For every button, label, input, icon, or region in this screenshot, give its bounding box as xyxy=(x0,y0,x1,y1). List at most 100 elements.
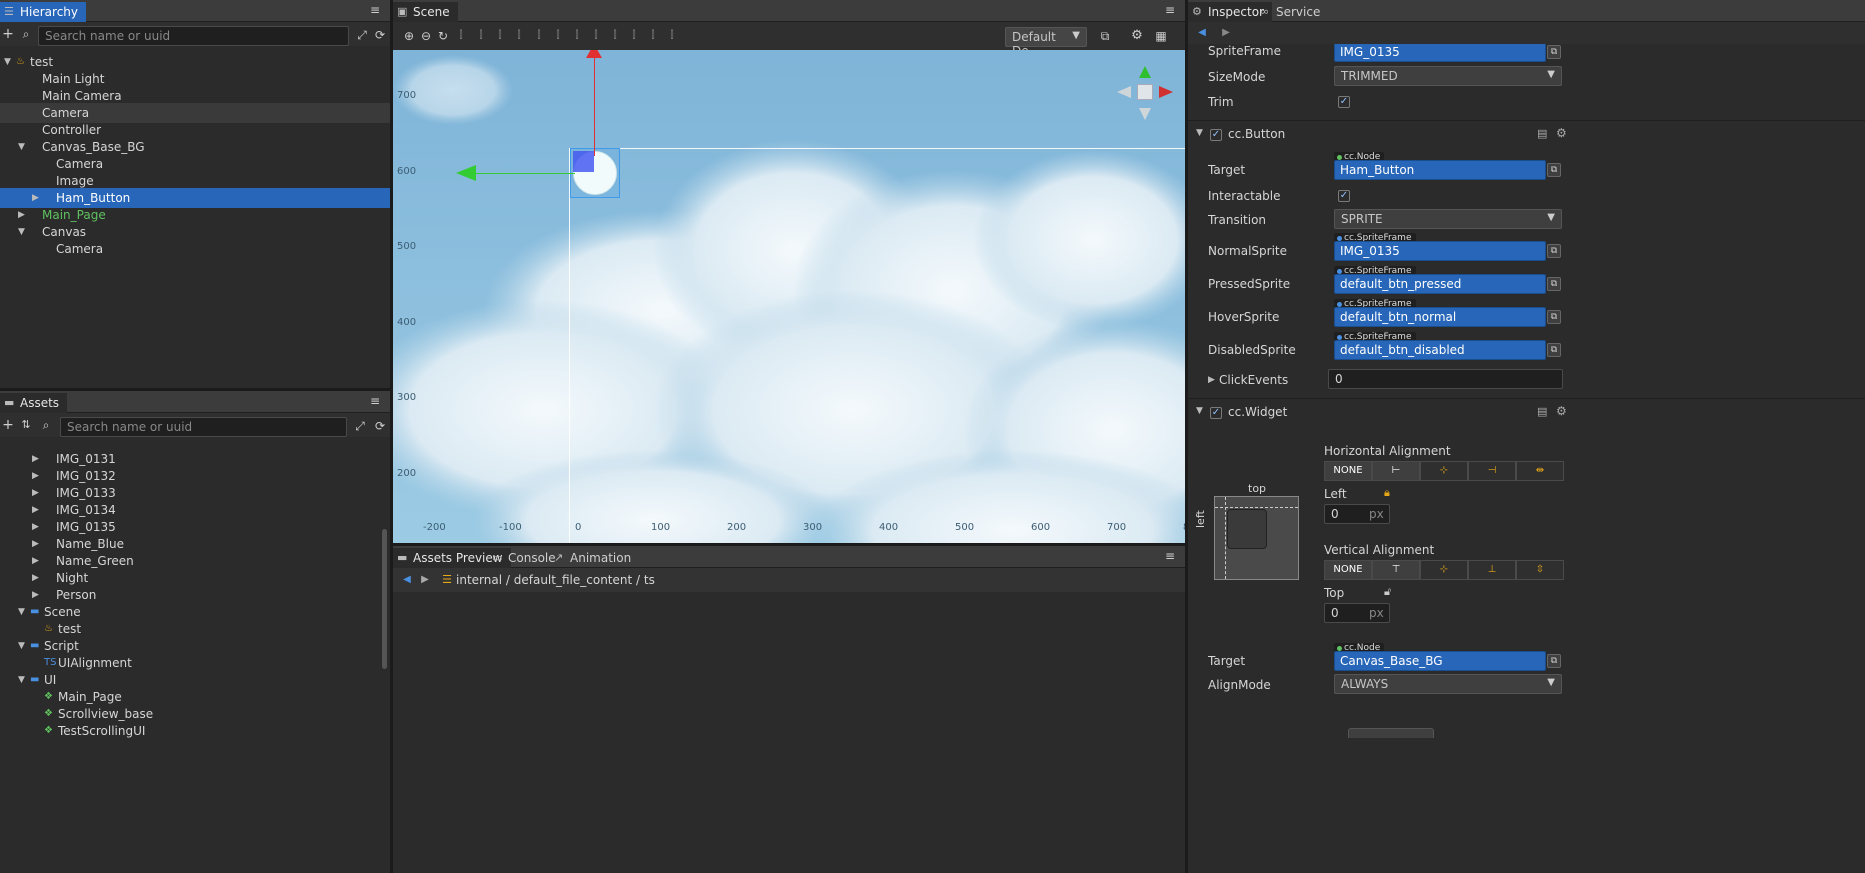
size-mode-dropdown[interactable]: TRIMMED ▼ xyxy=(1334,66,1562,86)
move-gizmo-y-axis[interactable] xyxy=(594,56,595,156)
move-gizmo-y-arrow[interactable] xyxy=(586,50,602,58)
widget-target-field[interactable]: Canvas_Base_BG xyxy=(1334,651,1546,671)
h-align-center-icon[interactable]: ⊹ xyxy=(1420,461,1468,481)
unlock-icon[interactable]: 🔓︎ xyxy=(1384,585,1391,599)
back-icon[interactable]: ◀ xyxy=(1194,24,1210,42)
expand-icon[interactable]: ⤢ xyxy=(354,26,370,44)
assets-scrollbar[interactable] xyxy=(382,529,387,669)
screenshot-icon[interactable]: ▦ xyxy=(1153,27,1169,45)
widget-component-header[interactable]: ▼ ✓ cc.Widget ▤ ⚙ xyxy=(1188,398,1865,424)
gizmo-center-cube-icon[interactable] xyxy=(1137,84,1153,100)
left-value-field[interactable]: 0 px xyxy=(1324,504,1390,524)
align-right-icon[interactable]: ⫿ xyxy=(492,27,508,45)
align-bottom-icon[interactable]: ⫿ xyxy=(550,27,566,45)
move-gizmo-x-arrow[interactable] xyxy=(456,165,476,181)
v-align-bottom-icon[interactable]: ⊥ xyxy=(1468,560,1516,580)
reset-view-icon[interactable]: ↻ xyxy=(435,27,451,45)
breadcrumb-internal[interactable]: internal xyxy=(456,573,502,587)
transition-dropdown[interactable]: SPRITE ▼ xyxy=(1334,209,1562,229)
pick-disabled-sprite-icon[interactable]: ⧉ xyxy=(1547,343,1561,357)
hierarchy-menu-icon[interactable]: ≡ xyxy=(368,4,382,17)
assets-menu-icon[interactable]: ≡ xyxy=(368,395,382,408)
top-value-field[interactable]: 0 px xyxy=(1324,603,1390,623)
button-target-field[interactable]: Ham_Button xyxy=(1334,160,1546,180)
search-icon[interactable]: ⌕ xyxy=(38,416,54,434)
move-gizmo-center[interactable] xyxy=(573,151,594,172)
distribute-center-icon[interactable]: ⫿ xyxy=(645,27,661,45)
lock-icon[interactable]: 🔒︎ xyxy=(1384,486,1390,500)
align-middle-icon[interactable]: ⫿ xyxy=(531,27,547,45)
scene-viewport[interactable]: 700 600 500 400 300 200 -200 -100 0 100 200 300 400… xyxy=(393,50,1185,543)
forward-icon[interactable]: ▶ xyxy=(1218,24,1234,42)
tab-assets[interactable]: ▬ Assets xyxy=(0,393,68,413)
distribute-right-icon[interactable]: ⫿ xyxy=(664,27,680,45)
pick-widget-target-icon[interactable]: ⧉ xyxy=(1547,654,1561,668)
refresh-icon[interactable]: ⟳ xyxy=(372,417,388,435)
distribute-bottom-icon[interactable]: ⫿ xyxy=(607,27,623,45)
scene-layout-dropdown[interactable]: Default De... ▼ xyxy=(1005,27,1087,58)
button-component-header[interactable]: ▼ ✓ cc.Button ▤ ⚙ xyxy=(1188,120,1865,146)
tab-service[interactable]: ∞ Service xyxy=(1256,2,1328,22)
move-gizmo-x-axis[interactable] xyxy=(475,173,575,174)
align-mode-dropdown[interactable]: ALWAYS ▼ xyxy=(1334,674,1562,694)
camera-options-icon[interactable]: ⧉ xyxy=(1097,27,1113,45)
pick-normal-sprite-icon[interactable]: ⧉ xyxy=(1547,244,1561,258)
align-left-icon[interactable]: ⫿ xyxy=(453,27,469,45)
v-align-top-icon[interactable]: ⊤ xyxy=(1372,560,1420,580)
add-icon[interactable]: + xyxy=(0,416,16,434)
assets-tree-item[interactable]: ❖ TestScrollingUI xyxy=(0,721,380,741)
v-align-stretch-icon[interactable]: ⇳ xyxy=(1516,560,1564,580)
distribute-left-icon[interactable]: ⫿ xyxy=(626,27,642,45)
zoom-in-icon[interactable]: ⊕ xyxy=(401,27,417,45)
align-top-icon[interactable]: ⫿ xyxy=(511,27,527,45)
align-center-h-icon[interactable]: ⫿ xyxy=(473,27,489,45)
refresh-icon[interactable]: ⟳ xyxy=(372,26,388,44)
disabled-sprite-field[interactable]: default_btn_disabled xyxy=(1334,340,1546,360)
interactable-checkbox[interactable]: ✓ xyxy=(1338,190,1350,202)
partial-button[interactable] xyxy=(1348,728,1434,738)
hover-sprite-field[interactable]: default_btn_normal xyxy=(1334,307,1546,327)
distribute-top-icon[interactable]: ⫿ xyxy=(569,27,585,45)
zoom-out-icon[interactable]: ⊖ xyxy=(418,27,434,45)
pick-sprite-frame-icon[interactable]: ⧉ xyxy=(1547,45,1561,59)
help-icon[interactable]: ▤ xyxy=(1537,127,1547,140)
h-align-stretch-icon[interactable]: ⇹ xyxy=(1516,461,1564,481)
pick-target-icon[interactable]: ⧉ xyxy=(1547,163,1561,177)
assets-search-input[interactable]: Search name or uuid xyxy=(60,417,347,437)
h-align-left-icon[interactable]: ⊢ xyxy=(1372,461,1420,481)
normal-sprite-field[interactable]: IMG_0135 xyxy=(1334,241,1546,261)
gear-icon[interactable]: ⚙ xyxy=(1129,27,1145,45)
button-enabled-checkbox[interactable]: ✓ xyxy=(1210,129,1222,141)
trim-checkbox[interactable]: ✓ xyxy=(1338,96,1350,108)
gear-icon[interactable]: ⚙ xyxy=(1556,126,1567,140)
breadcrumb-default-file-content[interactable]: default_file_content xyxy=(514,573,632,587)
help-icon[interactable]: ▤ xyxy=(1537,405,1547,418)
v-align-middle-icon[interactable]: ⊹ xyxy=(1420,560,1468,580)
tab-scene[interactable]: ▣ Scene xyxy=(393,2,458,22)
sort-icon[interactable]: ⇅ xyxy=(18,416,34,434)
bottom-menu-icon[interactable]: ≡ xyxy=(1163,550,1177,563)
scene-menu-icon[interactable]: ≡ xyxy=(1163,4,1177,17)
hierarchy-search-input[interactable]: Search name or uuid xyxy=(38,26,349,46)
gizmo-x-right-icon[interactable] xyxy=(1159,86,1173,98)
gizmo-y-up-icon[interactable] xyxy=(1139,66,1151,78)
v-align-none[interactable]: NONE xyxy=(1324,560,1372,580)
gizmo-y-down-icon[interactable] xyxy=(1139,108,1151,120)
back-icon[interactable]: ◀ xyxy=(399,571,415,589)
click-events-count[interactable]: 0 xyxy=(1328,369,1563,389)
hierarchy-tree-item[interactable]: Camera xyxy=(0,239,390,259)
click-events-arrow-icon[interactable]: ▶ xyxy=(1208,375,1215,385)
sprite-frame-field[interactable]: IMG_0135 xyxy=(1334,44,1546,62)
pressed-sprite-field[interactable]: default_btn_pressed xyxy=(1334,274,1546,294)
widget-enabled-checkbox[interactable]: ✓ xyxy=(1210,407,1222,419)
gear-icon[interactable]: ⚙ xyxy=(1556,404,1567,418)
breadcrumb-ts[interactable]: ts xyxy=(644,573,655,587)
add-icon[interactable]: + xyxy=(0,25,16,43)
forward-icon[interactable]: ▶ xyxy=(417,571,433,589)
orientation-gizmo[interactable] xyxy=(1115,64,1175,124)
collapse-arrow-icon[interactable]: ▼ xyxy=(1196,128,1203,138)
tab-hierarchy[interactable]: ☰ Hierarchy xyxy=(0,2,87,22)
expand-icon[interactable]: ⤢ xyxy=(352,417,368,435)
pick-pressed-sprite-icon[interactable]: ⧉ xyxy=(1547,277,1561,291)
h-align-right-icon[interactable]: ⊣ xyxy=(1468,461,1516,481)
